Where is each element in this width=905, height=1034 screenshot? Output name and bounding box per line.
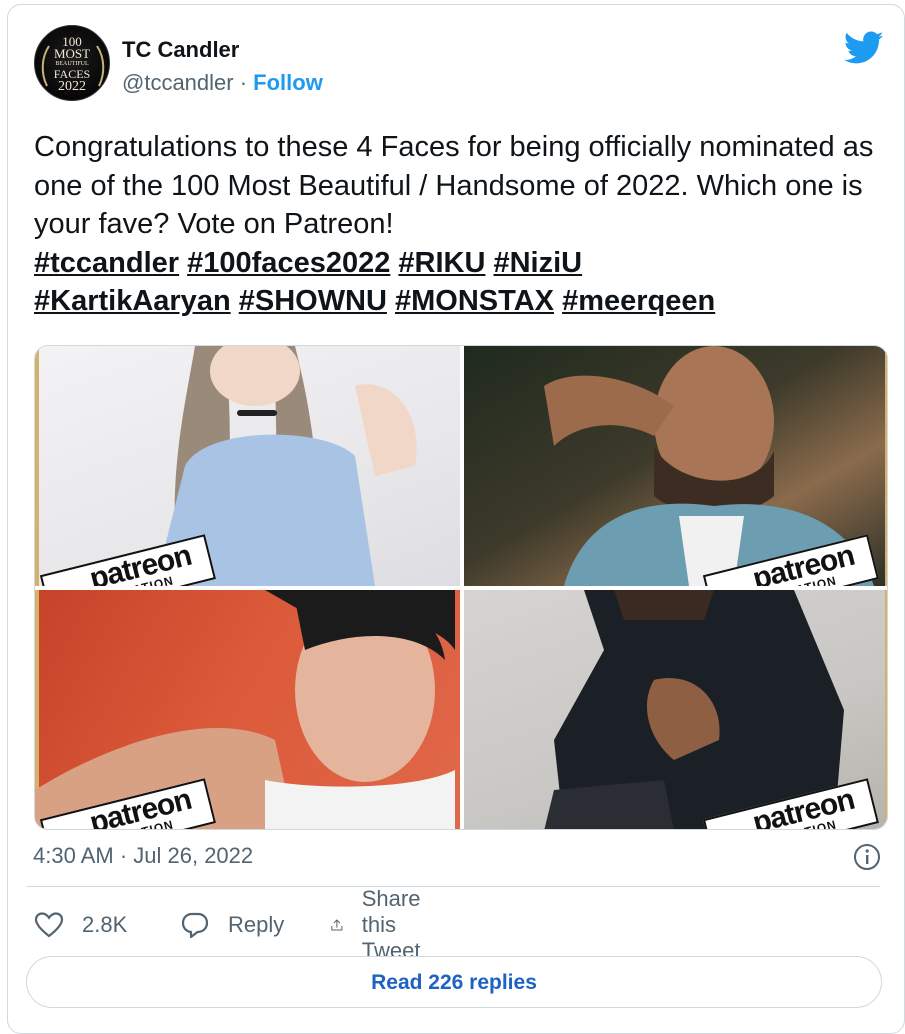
reply-label: Reply xyxy=(228,912,285,937)
nominee-photo-2[interactable]: patreon NOMINATION xyxy=(464,346,887,586)
handle-separator: · xyxy=(233,70,254,95)
read-replies-button[interactable]: Read 226 replies xyxy=(26,956,882,1008)
hashtag-riku[interactable]: #RIKU xyxy=(398,247,485,279)
follow-button[interactable]: Follow xyxy=(253,70,323,95)
tweet-body: Congratulations to these 4 Faces for bei… xyxy=(34,131,874,240)
share-label: Share this Tweet xyxy=(361,886,421,963)
nominee-photo-4[interactable]: patreon NOMINATION xyxy=(464,590,887,829)
nominee-figure-3 xyxy=(35,590,455,829)
avatar-text-most: MOST xyxy=(53,46,91,61)
twitter-bird-icon[interactable] xyxy=(844,31,884,65)
nominee-photo-3[interactable]: patreon NOMINATION xyxy=(35,590,460,829)
tweet-header: 100 MOST BEAUTIFUL FACES 2022 TC Candler… xyxy=(34,25,884,105)
reply-button[interactable]: Reply xyxy=(180,905,284,945)
share-icon xyxy=(331,919,343,931)
hashtag-shownu[interactable]: #SHOWNU xyxy=(239,285,387,317)
divider xyxy=(26,886,880,887)
heart-icon xyxy=(34,912,64,938)
avatar-text-year: 2022 xyxy=(58,79,86,94)
info-icon[interactable] xyxy=(852,842,882,872)
photo-frame xyxy=(885,346,887,586)
share-button[interactable]: Share this Tweet xyxy=(330,886,437,963)
media-grid: patreon NOMINATION patreon NOMINATION xyxy=(34,345,888,830)
avatar[interactable]: 100 MOST BEAUTIFUL FACES 2022 xyxy=(34,25,110,101)
hashtag-tccandler[interactable]: #tccandler xyxy=(34,247,179,279)
tweet-text: Congratulations to these 4 Faces for bei… xyxy=(34,128,894,321)
like-button[interactable]: 2.8K xyxy=(34,905,127,945)
hashtag-niziu[interactable]: #NiziU xyxy=(493,247,582,279)
nominee-photo-1[interactable]: patreon NOMINATION xyxy=(35,346,460,586)
hashtag-monstax[interactable]: #MONSTAX xyxy=(395,285,554,317)
hashtag-100faces2022[interactable]: #100faces2022 xyxy=(187,247,390,279)
author-name[interactable]: TC Candler xyxy=(122,37,239,63)
photo-frame xyxy=(35,346,39,586)
hashtag-kartikaaryan[interactable]: #KartikAaryan xyxy=(34,285,231,317)
author-handle[interactable]: @tccandler xyxy=(122,70,234,95)
tweet-timestamp[interactable]: 4:30 AM · Jul 26, 2022 xyxy=(33,842,253,870)
hashtag-meerqeen[interactable]: #meerqeen xyxy=(562,285,715,317)
like-count: 2.8K xyxy=(82,912,128,937)
reply-icon xyxy=(181,912,209,939)
author-handle-row: @tccandler · Follow xyxy=(122,70,323,96)
tweet-card: 100 MOST BEAUTIFUL FACES 2022 TC Candler… xyxy=(7,4,905,1034)
